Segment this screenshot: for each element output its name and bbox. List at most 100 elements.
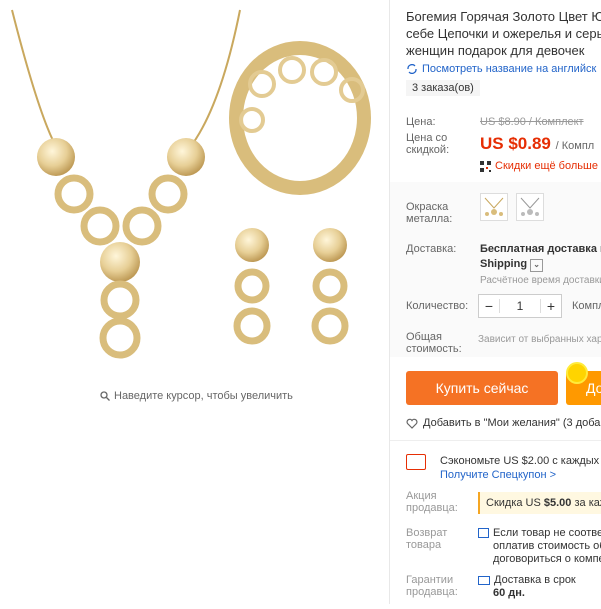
return-label-line: товара: [406, 539, 442, 551]
guarantee-line: Доставка в срок: [478, 574, 576, 587]
ring-ornament: [239, 107, 265, 133]
coupon-icon: [406, 454, 426, 470]
necklace-disk: [167, 138, 205, 176]
old-price: US $8.90 / Комплект: [480, 116, 584, 128]
return-label: Возврат товара: [406, 527, 447, 551]
product-title-line: себе Цепочки и ожерелья и серь: [406, 26, 601, 41]
earring-ring: [233, 307, 271, 345]
return-label-line: Возврат: [406, 527, 448, 539]
discount-label-line: скидкой:: [406, 144, 450, 156]
guarantee-info: Доставка в срок 60 дн.: [478, 574, 576, 600]
color-swatch-option[interactable]: [516, 193, 544, 221]
truck-icon: [478, 575, 490, 585]
product-title-line: женщин подарок для девочек: [406, 43, 585, 58]
necklace-ring: [54, 174, 94, 214]
quantity-unit: Компл: [572, 300, 601, 312]
necklace-ring: [80, 206, 120, 246]
discount-price-label: Цена со скидкой:: [406, 132, 449, 156]
quantity-decrease-button[interactable]: −: [479, 298, 499, 314]
discount-label-line: Цена со: [406, 132, 448, 144]
translate-link-text[interactable]: Посмотреть название на английск: [422, 63, 596, 75]
translate-link[interactable]: Посмотреть название на английск: [406, 63, 596, 75]
necklace-chain: [11, 9, 59, 151]
ring-ornament: [310, 58, 338, 86]
shipping-method[interactable]: Бесплатная доставка в I Shipping ⌄: [480, 242, 601, 272]
get-coupon-link[interactable]: Получите Спецкупон >: [440, 468, 601, 482]
buy-now-button[interactable]: Купить сейчас: [406, 371, 558, 405]
total-label-line: Общая: [406, 331, 442, 343]
quantity-label: Количество:: [406, 300, 469, 312]
seller-promo-amount: $5.00: [543, 497, 572, 509]
necklace-ring: [99, 317, 141, 359]
zoom-hint-text: Наведите курсор, чтобы увеличить: [114, 390, 293, 402]
guarantee-label-line: продавца:: [406, 586, 458, 598]
seller-promo-prefix: Скидка US: [486, 497, 544, 509]
zoom-hint: Наведите курсор, чтобы увеличить: [100, 390, 293, 402]
price-unit: / Компл: [555, 140, 595, 152]
quantity-input[interactable]: 1: [499, 299, 541, 313]
shipping-label: Доставка:: [406, 243, 457, 255]
total-label: Общая стоимость:: [406, 331, 462, 355]
chevron-down-icon[interactable]: ⌄: [530, 259, 544, 272]
wishlist-text[interactable]: Добавить в "Мои желания" (3 добав: [423, 417, 601, 429]
product-gallery[interactable]: Наведите курсор, чтобы увеличить: [0, 0, 390, 604]
earring-disk: [235, 228, 269, 262]
earring-disk: [313, 228, 347, 262]
product-info-panel: Богемия Горячая Золото Цвет Ю себе Цепоч…: [390, 0, 601, 604]
necklace-disk: [37, 138, 75, 176]
color-label: Окраска металла:: [406, 201, 452, 225]
ring-ornament: [278, 56, 306, 84]
shipping-method-line[interactable]: Shipping ⌄: [480, 257, 601, 272]
necklace-ring: [122, 206, 162, 246]
guarantee-label-line: Гарантии: [406, 574, 454, 586]
necklace-disk: [100, 242, 140, 282]
color-label-line: Окраска: [406, 201, 449, 213]
product-title-line: Богемия Горячая Золото Цвет Ю: [406, 9, 601, 24]
earring-ring: [312, 268, 348, 304]
guarantee-text: Доставка в срок: [494, 574, 576, 586]
qr-code-icon: [480, 160, 491, 172]
ring-ornament: [248, 70, 276, 98]
jewelry-thumbnail-icon: [520, 197, 540, 216]
shipping-method-line[interactable]: Бесплатная доставка в I: [480, 242, 601, 257]
section-divider: [390, 440, 601, 441]
jewelry-thumbnail-icon: [484, 197, 504, 216]
seller-promo-label-line: продавца:: [406, 502, 458, 514]
translate-icon: [407, 64, 417, 74]
orders-badge: 3 заказа(ов): [406, 80, 480, 96]
shipping-method-name[interactable]: Shipping: [480, 258, 527, 270]
seller-promo-box: Скидка US $5.00 за каж: [478, 492, 601, 514]
necklace-ring: [100, 280, 140, 320]
color-label-line: металла:: [406, 213, 453, 225]
delivery-estimate: Расчётное время доставки: [480, 275, 601, 286]
return-policy-line: Если товар не соответ: [478, 527, 601, 540]
magnifier-icon: [100, 391, 110, 401]
seller-promo-label: Акция продавца:: [406, 490, 458, 514]
coin-icon: [566, 362, 588, 384]
total-value: Зависит от выбранных хар: [478, 334, 601, 345]
color-swatch-option[interactable]: [480, 193, 508, 221]
current-price-value: US $0.89: [480, 134, 551, 153]
return-policy-text: Если товар не соответ: [493, 527, 601, 539]
seller-promo-label-line: Акция: [406, 490, 437, 502]
quantity-increase-button[interactable]: +: [541, 298, 561, 314]
current-price: US $0.89 / Компл: [480, 134, 594, 154]
coupon-text: Сэкономьте US $2.00 с каждых US: [440, 455, 601, 467]
earring-ring: [234, 268, 270, 304]
wishlist-link[interactable]: Добавить в "Мои желания" (3 добав: [406, 417, 601, 429]
return-policy-line: оплатив стоимость об: [493, 540, 601, 552]
return-policy-line: договориться о компе: [493, 553, 601, 565]
more-discount-text[interactable]: Скидки ещё больше в: [495, 160, 601, 172]
product-image[interactable]: [0, 0, 390, 604]
necklace-ring: [148, 174, 188, 214]
ring-inner: [260, 82, 340, 174]
quantity-stepper[interactable]: − 1 +: [478, 294, 562, 318]
old-price-label: Цена:: [406, 116, 436, 128]
total-label-line: стоимость:: [406, 343, 462, 355]
seller-promo-suffix: за каж: [574, 497, 601, 509]
heart-icon: [406, 418, 418, 429]
guarantee-label: Гарантии продавца:: [406, 574, 458, 598]
return-policy: Если товар не соответ оплатив стоимость …: [478, 527, 601, 566]
earring-ring: [311, 307, 349, 345]
more-discount-link[interactable]: Скидки ещё больше в: [480, 160, 601, 172]
